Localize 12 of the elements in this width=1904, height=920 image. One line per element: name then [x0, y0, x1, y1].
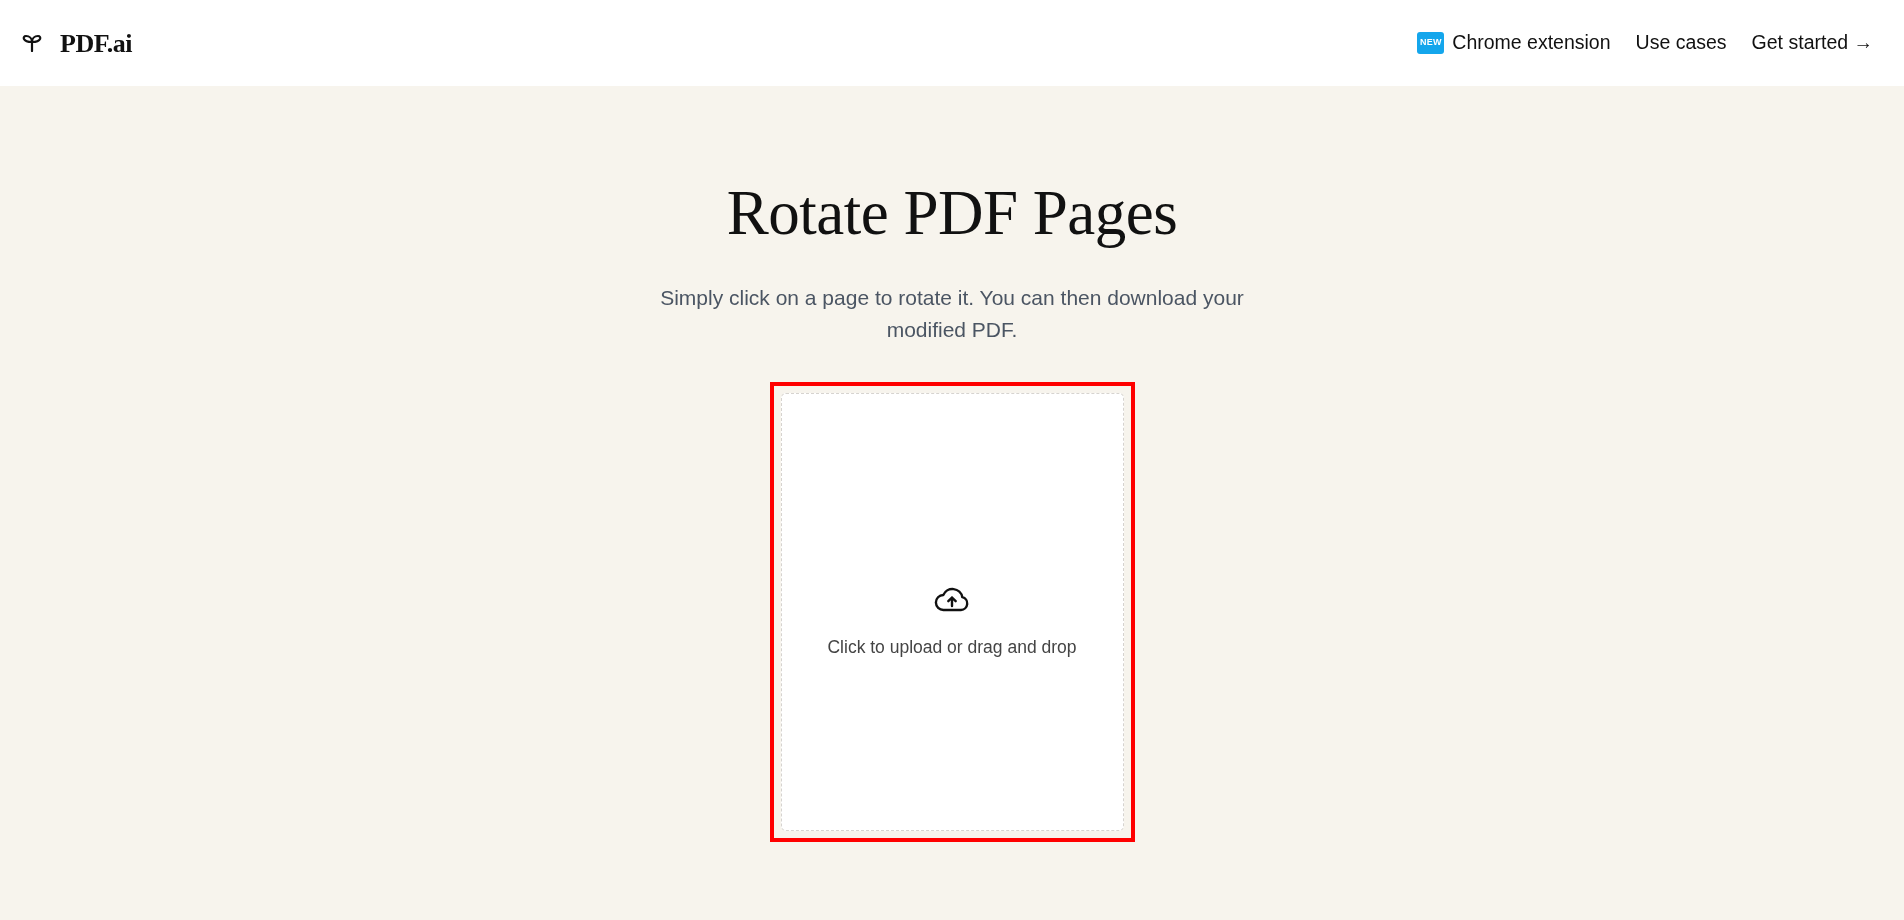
upload-instruction: Click to upload or drag and drop [827, 636, 1077, 660]
nav-link-label: Chrome extension [1452, 30, 1611, 56]
page-subtitle: Simply click on a page to rotate it. You can then download your modified PDF. [659, 284, 1245, 343]
upload-dropzone[interactable]: Click to upload or drag and drop [780, 392, 1124, 831]
nav-link[interactable]: Use cases [1635, 28, 1727, 58]
logo-text: PDF.ai [60, 27, 132, 60]
sprout-icon [22, 34, 42, 52]
logo-link[interactable]: PDF.ai [22, 23, 132, 63]
get-started-link[interactable]: Get started → [1751, 28, 1873, 58]
chrome-extension-link[interactable]: NEW Chrome extension [1417, 28, 1611, 58]
new-badge: NEW [1417, 32, 1445, 54]
page-title: Rotate PDF Pages [726, 177, 1178, 250]
